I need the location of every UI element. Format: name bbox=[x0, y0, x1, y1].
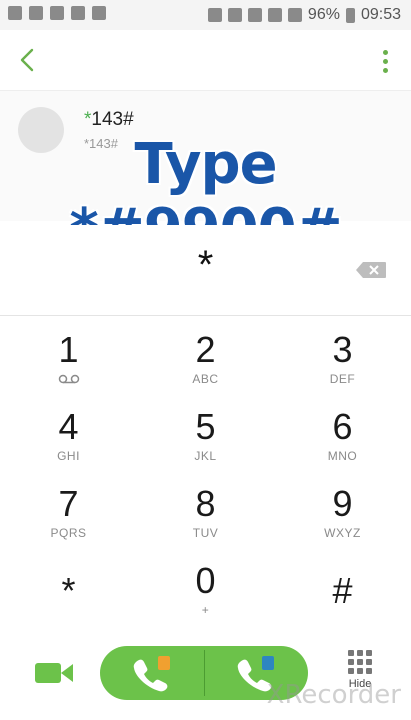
sim2-badge bbox=[262, 656, 274, 670]
key-digit: 5 bbox=[195, 406, 216, 447]
notification-icons bbox=[8, 6, 106, 20]
key-8[interactable]: 8 TUV bbox=[137, 470, 274, 547]
cast-icon bbox=[207, 8, 222, 22]
key-letters: GHI bbox=[57, 449, 80, 463]
watermark: XRecorder bbox=[266, 680, 401, 710]
message-icon bbox=[8, 6, 22, 20]
key-2[interactable]: 2 ABC bbox=[137, 316, 274, 393]
key-digit: 4 bbox=[58, 406, 79, 447]
sim1-badge bbox=[158, 656, 170, 670]
system-icons: 96% 09:53 bbox=[207, 6, 401, 24]
key-letters: JKL bbox=[194, 449, 217, 463]
wifi-icon bbox=[287, 8, 302, 22]
suggestion-number: *143# bbox=[84, 109, 134, 130]
key-digit: * bbox=[61, 570, 76, 611]
download-icon bbox=[92, 6, 106, 20]
key-star[interactable]: * bbox=[0, 547, 137, 624]
key-hash[interactable]: # bbox=[274, 547, 411, 624]
key-6[interactable]: 6 MNO bbox=[274, 393, 411, 470]
status-bar: 96% 09:53 bbox=[0, 0, 411, 30]
video-icon bbox=[29, 6, 43, 20]
key-3[interactable]: 3 DEF bbox=[274, 316, 411, 393]
dialed-number[interactable]: * bbox=[0, 243, 411, 288]
voicemail-icon bbox=[58, 374, 79, 384]
key-letters: MNO bbox=[327, 449, 358, 463]
key-5[interactable]: 5 JKL bbox=[137, 393, 274, 470]
key-digit: # bbox=[332, 570, 353, 611]
key-digit: 0 bbox=[195, 560, 216, 601]
key-letters: WXYZ bbox=[324, 526, 361, 540]
key-0[interactable]: 0 + bbox=[137, 547, 274, 624]
battery-percent: 96% bbox=[307, 6, 340, 23]
key-letters: + bbox=[201, 603, 210, 617]
key-1[interactable]: 1 bbox=[0, 316, 137, 393]
key-letters: ABC bbox=[192, 372, 219, 386]
key-letters: PQRS bbox=[50, 526, 87, 540]
mute-icon bbox=[227, 8, 242, 22]
clock: 09:53 bbox=[360, 6, 401, 23]
nfc-icon bbox=[247, 8, 262, 22]
call-sim1-button[interactable] bbox=[100, 646, 204, 700]
key-letters: TUV bbox=[192, 526, 219, 540]
key-7[interactable]: 7 PQRS bbox=[0, 470, 137, 547]
key-digit: 9 bbox=[332, 483, 353, 524]
key-digit: 6 bbox=[332, 406, 353, 447]
key-4[interactable]: 4 GHI bbox=[0, 393, 137, 470]
video-call-icon[interactable] bbox=[34, 660, 74, 686]
key-digit: 8 bbox=[195, 483, 216, 524]
keypad: 1 2 ABC 3 DEF 4 GHI 5 JKL 6 MNO 7 PQRS 8… bbox=[0, 316, 411, 626]
chevron-left-icon[interactable] bbox=[16, 46, 40, 74]
key-digit: 3 bbox=[332, 329, 353, 370]
key-9[interactable]: 9 WXYZ bbox=[274, 470, 411, 547]
battery-icon bbox=[345, 7, 355, 23]
keypad-grid-icon bbox=[348, 650, 372, 674]
key-digit: 7 bbox=[58, 483, 79, 524]
key-digit: 1 bbox=[58, 329, 79, 370]
signal-icon bbox=[267, 8, 282, 22]
dial-input-row: * bbox=[0, 225, 411, 316]
app-bar bbox=[0, 30, 411, 90]
backspace-icon[interactable] bbox=[355, 261, 387, 279]
voicemail-icon bbox=[50, 6, 64, 20]
key-digit: 2 bbox=[195, 329, 216, 370]
upload-icon bbox=[71, 6, 85, 20]
key-letters: DEF bbox=[329, 372, 356, 386]
more-vertical-icon[interactable] bbox=[381, 48, 389, 73]
